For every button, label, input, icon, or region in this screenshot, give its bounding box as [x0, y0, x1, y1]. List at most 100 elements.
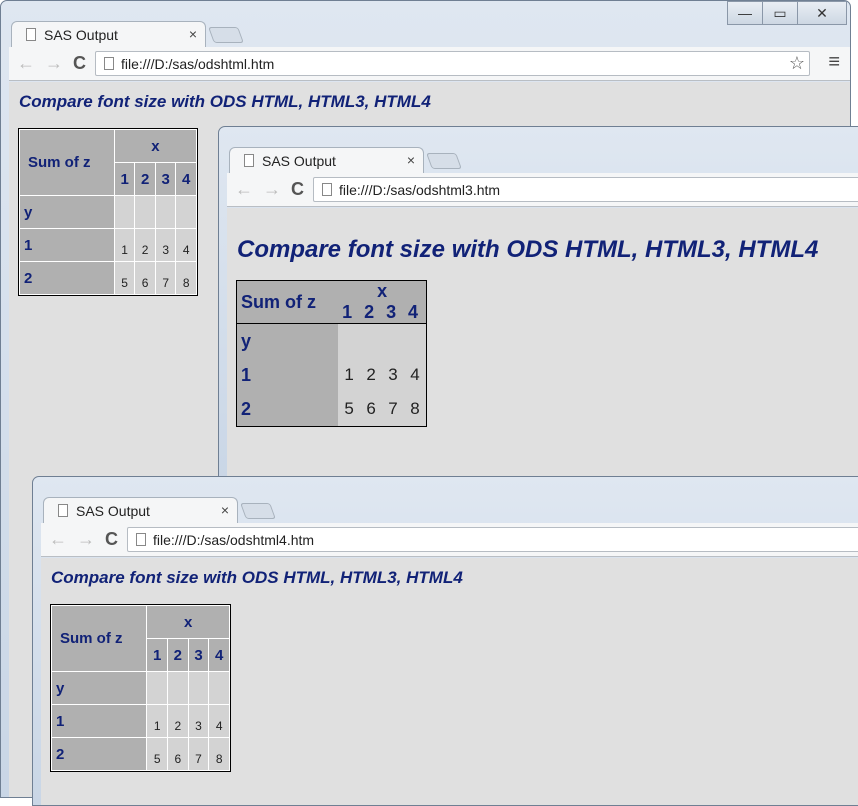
cell: 6 [135, 262, 155, 294]
col-var-header: x [114, 130, 196, 162]
new-tab-button[interactable] [240, 503, 276, 519]
page-content: Compare font size with ODS HTML, HTML3, … [227, 208, 858, 485]
browser-window-html4: SAS Output × ← → C file:///D:/sas/odshtml… [32, 476, 858, 806]
cell: 8 [404, 392, 426, 426]
cell: 1 [147, 705, 168, 737]
page-icon [26, 28, 36, 41]
tab-close-button[interactable]: × [221, 502, 229, 518]
url-text: file:///D:/sas/odshtml3.htm [339, 182, 501, 198]
table-row: 11234 [20, 229, 196, 261]
corner-header: Sum of z [20, 130, 114, 195]
row-header: 1 [20, 229, 114, 261]
address-bar[interactable]: file:///D:/sas/odshtml.htm ☆ [95, 51, 810, 76]
row-header: 1 [52, 705, 147, 737]
tab-close-button[interactable]: × [189, 26, 197, 42]
row-header: 2 [20, 262, 114, 294]
cell: 4 [176, 229, 196, 261]
page-icon [58, 504, 68, 517]
address-bar[interactable]: file:///D:/sas/odshtml4.htm [127, 527, 858, 552]
cell: 7 [382, 392, 405, 426]
cell: 1 [114, 229, 135, 261]
cell: 7 [155, 262, 176, 294]
cell: 8 [209, 738, 229, 770]
cell: 3 [155, 229, 176, 261]
col-header: 4 [176, 163, 196, 195]
close-window-button[interactable]: ✕ [797, 1, 847, 25]
page-icon [104, 57, 114, 70]
browser-tab[interactable]: SAS Output × [229, 147, 424, 174]
forward-button[interactable]: → [45, 53, 63, 74]
cell: 2 [360, 358, 383, 392]
toolbar: ← → C file:///D:/sas/odshtml4.htm [41, 523, 858, 557]
col-header: 4 [404, 302, 426, 324]
reload-button[interactable]: C [291, 179, 304, 200]
bookmark-star-icon[interactable]: ☆ [789, 53, 805, 74]
cell: 4 [404, 358, 426, 392]
cell: 3 [382, 358, 405, 392]
sum-table: Sum of zx1234y1123425678 [18, 128, 198, 296]
sum-table: Sum of zx1234y1123425678 [236, 280, 427, 427]
table-row: 11234 [52, 705, 229, 737]
cell: 7 [188, 738, 209, 770]
row-header: 2 [52, 738, 147, 770]
tab-title: SAS Output [44, 27, 118, 43]
col-header: 2 [168, 639, 188, 671]
page-content: Compare font size with ODS HTML, HTML3, … [41, 558, 858, 805]
tab-title: SAS Output [76, 503, 150, 519]
cell: 6 [360, 392, 383, 426]
row-var-header: y [20, 196, 114, 228]
cell: 2 [168, 705, 188, 737]
minimize-button[interactable]: — [727, 1, 763, 25]
browser-tab[interactable]: SAS Output × [43, 497, 238, 524]
cell: 5 [338, 392, 361, 426]
new-tab-button[interactable] [426, 153, 462, 169]
table-row: 25678 [20, 262, 196, 294]
col-var-header: x [147, 606, 229, 638]
browser-window-html3: SAS Output × ← → C file:///D:/sas/odshtml… [218, 126, 858, 486]
tab-title: SAS Output [262, 153, 336, 169]
cell: 4 [209, 705, 229, 737]
cell: 5 [147, 738, 168, 770]
new-tab-button[interactable] [208, 27, 244, 43]
sum-table: Sum of zx1234y1123425678 [50, 604, 231, 772]
col-header: 1 [338, 302, 361, 324]
back-button[interactable]: ← [17, 53, 35, 74]
corner-header: Sum of z [52, 606, 147, 671]
col-header: 1 [114, 163, 135, 195]
corner-header: Sum of z [237, 281, 339, 324]
col-header: 1 [147, 639, 168, 671]
page-icon [136, 533, 146, 546]
page-heading: Compare font size with ODS HTML, HTML3, … [237, 236, 819, 263]
toolbar: ← → C file:///D:/sas/odshtml3.htm [227, 173, 858, 207]
tab-close-button[interactable]: × [407, 152, 415, 168]
cell: 6 [168, 738, 188, 770]
toolbar: ← → C file:///D:/sas/odshtml.htm ☆ ≡ [9, 47, 850, 81]
back-button[interactable]: ← [49, 529, 67, 550]
cell: 2 [135, 229, 155, 261]
col-header: 3 [382, 302, 405, 324]
url-text: file:///D:/sas/odshtml.htm [121, 56, 275, 72]
table-row: 25678 [237, 392, 426, 426]
row-header: 2 [237, 392, 339, 426]
col-header: 2 [135, 163, 155, 195]
browser-tab[interactable]: SAS Output × [11, 21, 206, 48]
cell: 1 [338, 358, 361, 392]
forward-button[interactable]: → [77, 529, 95, 550]
col-header: 4 [209, 639, 229, 671]
row-var-header: y [52, 672, 147, 704]
menu-button[interactable]: ≡ [828, 51, 840, 74]
col-header: 2 [360, 302, 383, 324]
row-header: 1 [237, 358, 339, 392]
reload-button[interactable]: C [105, 529, 118, 550]
cell: 8 [176, 262, 196, 294]
col-header: 3 [155, 163, 176, 195]
back-button[interactable]: ← [235, 179, 253, 200]
maximize-button[interactable]: ▭ [762, 1, 798, 25]
cell: 5 [114, 262, 135, 294]
forward-button[interactable]: → [263, 179, 281, 200]
reload-button[interactable]: C [73, 53, 86, 74]
row-var-header: y [237, 324, 339, 358]
cell: 3 [188, 705, 209, 737]
col-var-header: x [338, 281, 426, 302]
address-bar[interactable]: file:///D:/sas/odshtml3.htm [313, 177, 858, 202]
